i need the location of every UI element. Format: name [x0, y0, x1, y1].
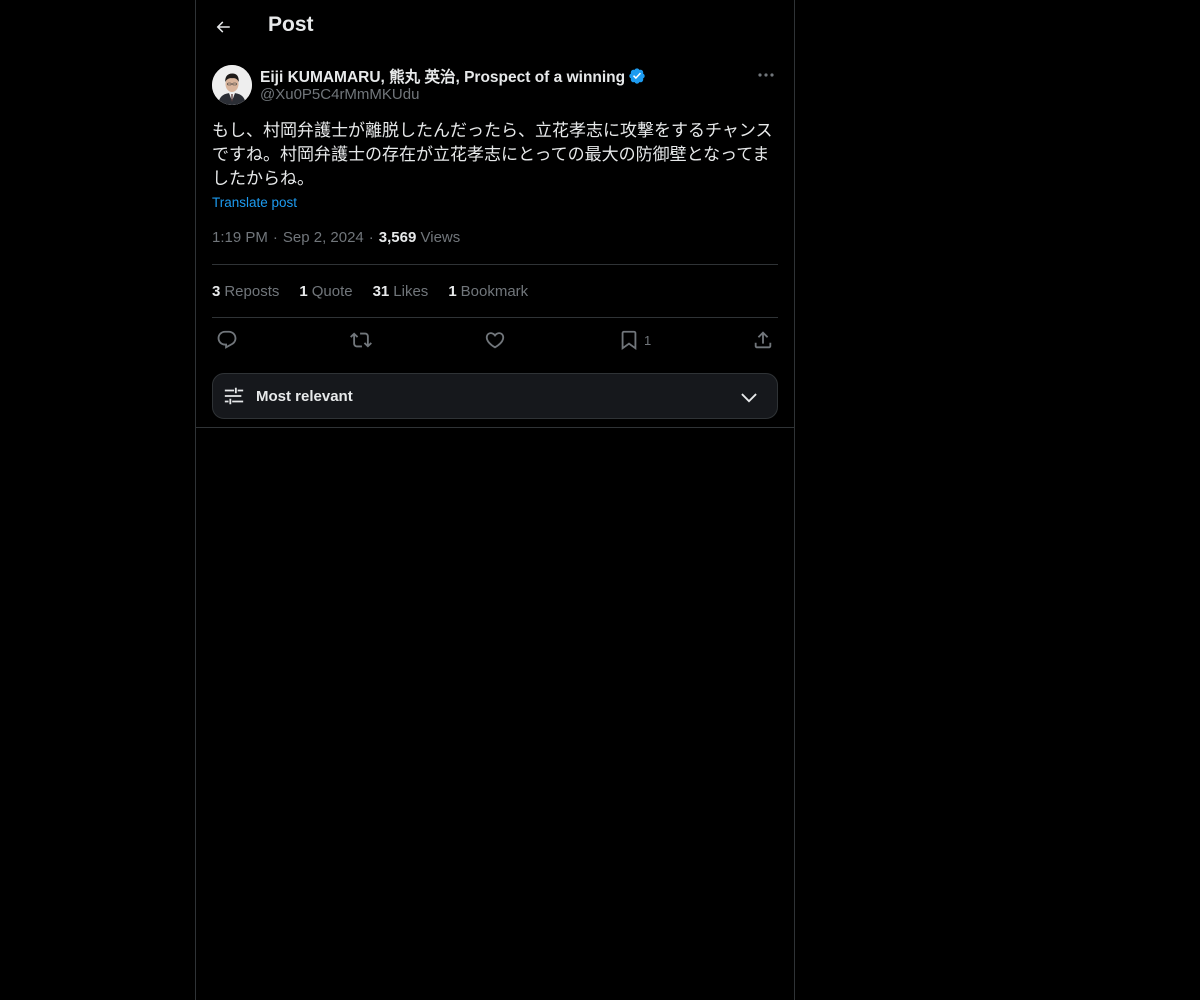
author-handle[interactable]: @Xu0P5C4rMmMKUdu	[260, 86, 419, 103]
reposts-label: Reposts	[224, 283, 280, 300]
likes-label: Likes	[393, 283, 429, 300]
post-date[interactable]: Sep 2, 2024	[283, 229, 364, 246]
avatar-portrait-icon	[212, 65, 252, 105]
views-label: Views	[420, 229, 461, 246]
engagement-stats: 3 Reposts 1 Quote 31 Likes 1 Bookmark	[212, 283, 548, 300]
meta-separator: ·	[368, 229, 374, 246]
quotes-stat[interactable]: 1 Quote	[299, 283, 352, 300]
meta-separator: ·	[272, 229, 278, 246]
top-bar: Post	[196, 0, 794, 54]
author-display-name[interactable]: Eiji KUMAMARU, 熊丸 英治, Prospect of a winn…	[260, 65, 625, 87]
sort-label: Most relevant	[256, 388, 353, 405]
bookmark-count: 1	[644, 332, 652, 348]
more-options-button[interactable]	[754, 65, 778, 85]
repost-button[interactable]	[350, 329, 372, 351]
bookmark-icon	[621, 330, 637, 351]
reposts-stat[interactable]: 3 Reposts	[212, 283, 279, 300]
verified-badge-icon[interactable]	[628, 67, 646, 85]
section-divider	[196, 427, 794, 428]
like-button[interactable]	[484, 329, 506, 351]
bookmark-button[interactable]: 1	[618, 329, 651, 351]
heart-icon	[485, 332, 505, 349]
reply-sort-dropdown[interactable]: Most relevant	[212, 373, 778, 419]
quotes-count: 1	[299, 283, 308, 300]
divider	[212, 264, 778, 265]
share-button[interactable]	[752, 329, 774, 351]
action-bar: 1	[212, 329, 778, 355]
more-horizontal-icon	[758, 73, 774, 77]
back-button[interactable]	[208, 11, 238, 43]
post-text: もし、村岡弁護士が離脱したんだったら、立花孝志に攻撃をするチャンスですね。村岡弁…	[212, 121, 773, 188]
repost-icon	[350, 332, 372, 348]
quotes-label: Quote	[311, 283, 353, 300]
bookmarks-count: 1	[448, 283, 457, 300]
filter-sliders-icon	[224, 387, 244, 405]
divider	[212, 317, 778, 318]
chevron-down-icon	[741, 393, 757, 403]
bookmarks-stat[interactable]: 1 Bookmark	[448, 283, 528, 300]
views-count: 3,569	[378, 229, 417, 246]
main-column: Post Eiji KUMAMARU, 熊丸 英治, Prospect of a…	[195, 0, 795, 1000]
likes-stat[interactable]: 31 Likes	[373, 283, 429, 300]
author-name-row[interactable]: Eiji KUMAMARU, 熊丸 英治, Prospect of a winn…	[260, 65, 646, 87]
arrow-left-icon	[216, 21, 230, 33]
translate-post-link[interactable]: Translate post	[212, 195, 297, 210]
post-time[interactable]: 1:19 PM	[212, 229, 268, 246]
page-title: Post	[268, 13, 314, 36]
bookmarks-label: Bookmark	[460, 283, 529, 300]
avatar[interactable]	[212, 65, 252, 105]
reply-button[interactable]	[216, 329, 238, 351]
reposts-count: 3	[212, 283, 221, 300]
post-metadata: 1:19 PM · Sep 2, 2024 · 3,569 Views	[212, 229, 460, 246]
likes-count: 31	[372, 283, 390, 300]
share-icon	[754, 331, 772, 349]
reply-icon	[217, 330, 237, 349]
